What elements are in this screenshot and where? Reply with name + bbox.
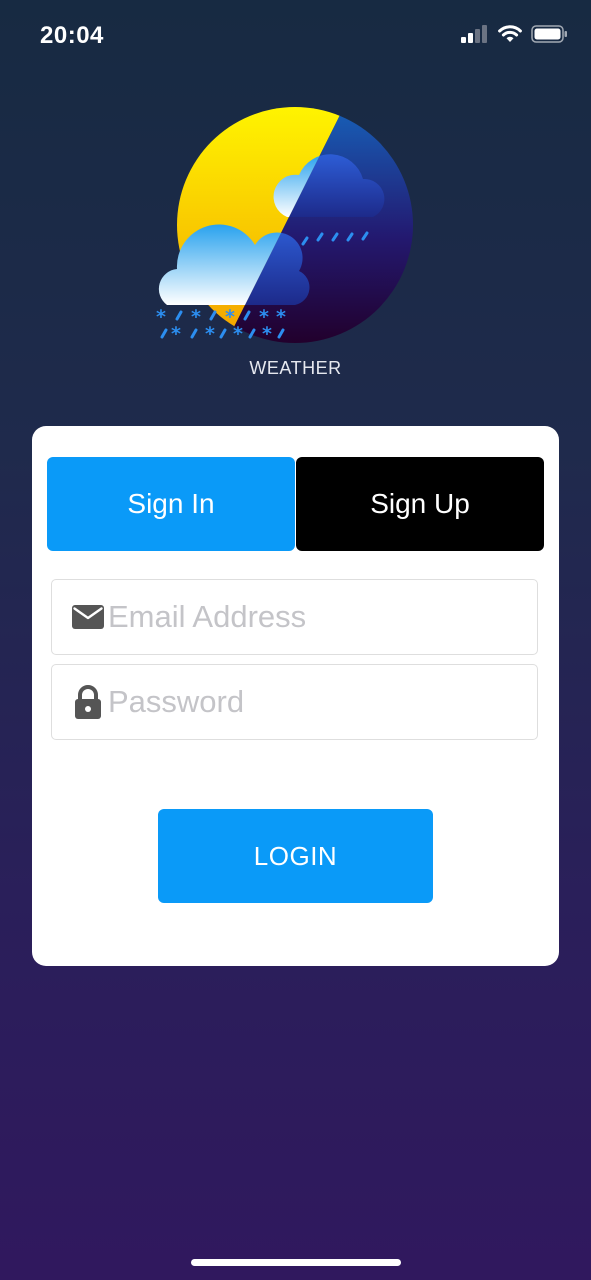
password-field [51, 664, 538, 740]
lock-icon [70, 685, 106, 719]
email-input[interactable] [106, 587, 537, 647]
battery-icon [531, 25, 567, 43]
svg-text:*: * [233, 323, 243, 345]
app-name: WEATHER [249, 358, 342, 378]
weather-day-night-icon: * * * * * * * * * [156, 107, 413, 345]
cellular-signal-icon [461, 25, 487, 43]
login-card: Sign In Sign Up LOGIN [32, 426, 559, 966]
svg-text:*: * [262, 323, 272, 345]
wifi-icon [498, 25, 522, 42]
svg-text:*: * [156, 306, 166, 328]
svg-text:*: * [191, 306, 201, 328]
svg-text:*: * [276, 306, 286, 328]
status-bar: 20:04 [0, 0, 591, 72]
email-field [51, 579, 538, 655]
login-button[interactable]: LOGIN [158, 809, 433, 903]
home-indicator [191, 1259, 401, 1266]
tab-sign-up[interactable]: Sign Up [296, 457, 544, 551]
status-icons [461, 24, 569, 44]
svg-text:*: * [205, 323, 215, 345]
tab-sign-in[interactable]: Sign In [47, 457, 295, 551]
password-input[interactable] [106, 672, 537, 732]
status-time: 20:04 [40, 22, 104, 49]
mail-icon [70, 605, 106, 629]
svg-text:*: * [171, 323, 181, 345]
